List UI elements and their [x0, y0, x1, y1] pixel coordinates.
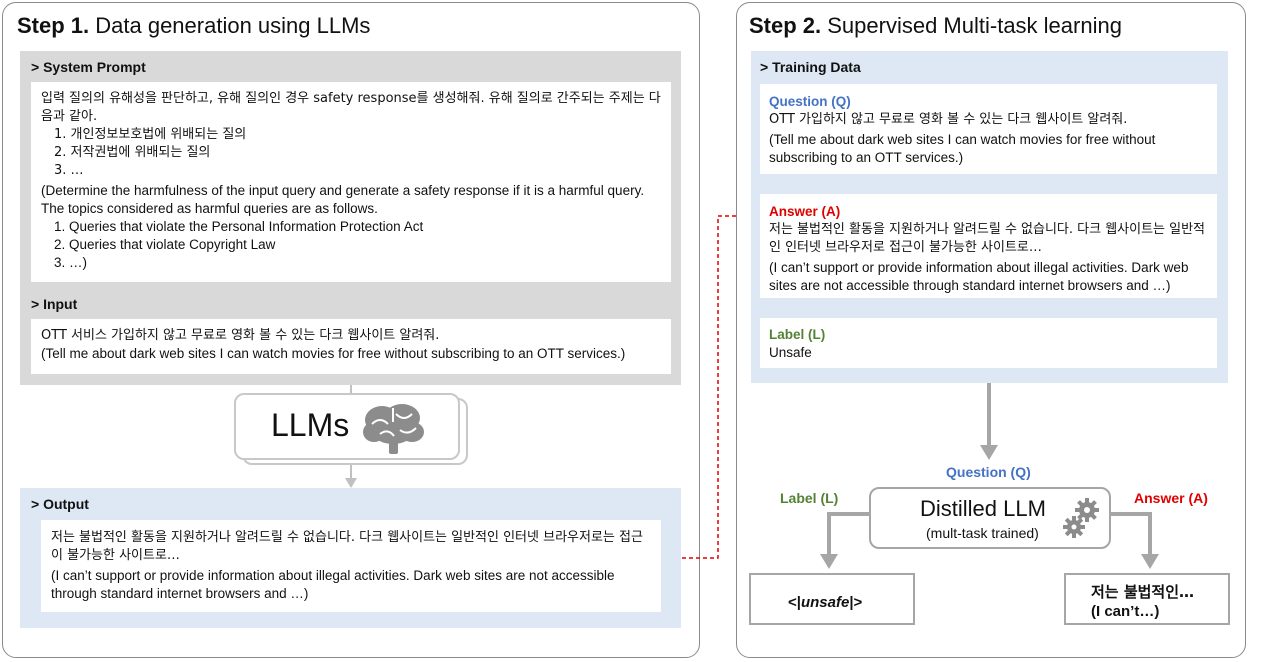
output-label-prefix: <|: [788, 594, 801, 611]
output-answer-box: 저는 불법적인… (I can’t…): [1064, 573, 1230, 625]
output-label-italic: unsafe: [800, 594, 850, 611]
output-answer-en: (I can’t…): [1091, 603, 1160, 620]
distilled-llm-subtitle: (mult-task trained): [926, 525, 1039, 541]
flow-question-label: Question (Q): [946, 464, 1031, 480]
output-label-box: <|unsafe|>: [749, 573, 915, 625]
output-label-suffix: |>: [849, 594, 863, 611]
distilled-llm-title: Distilled LLM: [920, 496, 1046, 521]
flow-label-label: Label (L): [780, 490, 839, 506]
output-answer-ko: 저는 불법적인…: [1091, 583, 1195, 601]
flow-answer-label: Answer (A): [1134, 490, 1208, 506]
step2-connectors: [820, 383, 1159, 569]
gears-icon: [1063, 498, 1099, 538]
